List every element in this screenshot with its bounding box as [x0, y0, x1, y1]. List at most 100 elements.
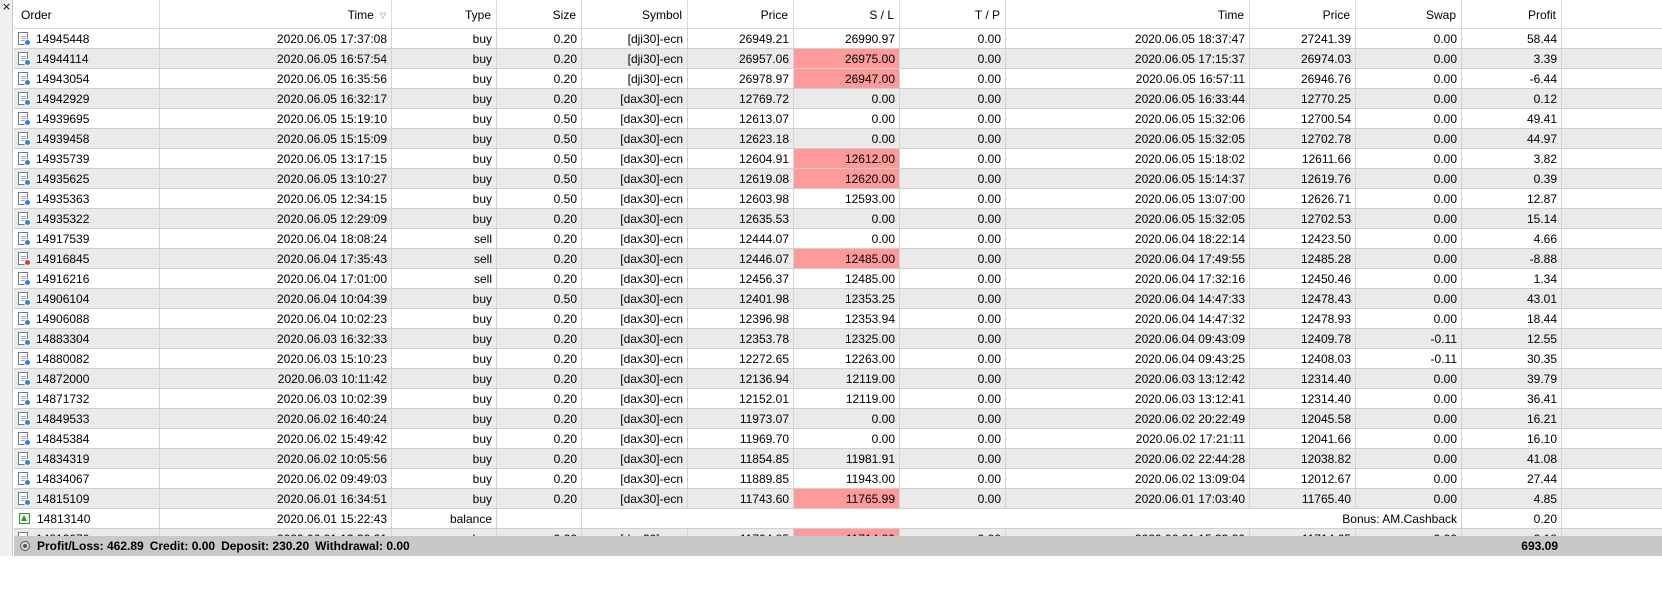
- cell-tp: 0.00: [900, 169, 1006, 188]
- table-row[interactable]: 14945448 2020.06.05 17:37:08 buy 0.20 [dji30…: [14, 29, 1662, 49]
- column-header-swap[interactable]: Swap: [1356, 0, 1462, 28]
- cell-open-price: 12769.72: [688, 89, 794, 108]
- cell-symbol: [dax30]-ecn: [582, 149, 688, 168]
- cell-open-price: 12401.98: [688, 289, 794, 308]
- table-row[interactable]: 14871732 2020.06.03 10:02:39 buy 0.20 [dax30…: [14, 389, 1662, 409]
- cell-sl: 12485.00: [794, 249, 900, 268]
- cell-open-time: 2020.06.02 15:49:42: [160, 429, 392, 448]
- column-header-profit[interactable]: Profit: [1462, 0, 1562, 28]
- cell-open-time: 2020.06.05 13:17:15: [160, 149, 392, 168]
- cell-close-price: 26946.76: [1250, 69, 1356, 88]
- table-row[interactable]: 14906088 2020.06.04 10:02:23 buy 0.20 [dax30…: [14, 309, 1662, 329]
- cell-size: 0.20: [497, 449, 582, 468]
- cell-sl: 12119.00: [794, 369, 900, 388]
- cell-open-time: 2020.06.05 12:29:09: [160, 209, 392, 228]
- table-row[interactable]: 14935625 2020.06.05 13:10:27 buy 0.50 [dax30…: [14, 169, 1662, 189]
- cell-close-price: 12611.66: [1250, 149, 1356, 168]
- cell-order: 14939695: [14, 109, 160, 128]
- table-row[interactable]: 14849533 2020.06.02 16:40:24 buy 0.20 [dax30…: [14, 409, 1662, 429]
- table-row[interactable]: 14834319 2020.06.02 10:05:56 buy 0.20 [dax30…: [14, 449, 1662, 469]
- cell-swap: 0.00: [1356, 149, 1462, 168]
- cell-order: 14849533: [14, 409, 160, 428]
- buy-order-icon: [18, 91, 31, 106]
- table-row[interactable]: 14942929 2020.06.05 16:32:17 buy 0.20 [dax30…: [14, 89, 1662, 109]
- cell-open-price: 12456.37: [688, 269, 794, 288]
- cell-tp: 0.00: [900, 489, 1006, 508]
- table-row[interactable]: 14943054 2020.06.05 16:35:56 buy 0.20 [dji30…: [14, 69, 1662, 89]
- cell-symbol: [dax30]-ecn: [582, 269, 688, 288]
- column-header-close-time[interactable]: Time: [1006, 0, 1250, 28]
- cell-swap: 0.00: [1356, 409, 1462, 428]
- column-header-size[interactable]: Size: [497, 0, 582, 28]
- table-row[interactable]: 14845384 2020.06.02 15:49:42 buy 0.20 [dax30…: [14, 429, 1662, 449]
- table-row[interactable]: 14935363 2020.06.05 12:34:15 buy 0.50 [dax30…: [14, 189, 1662, 209]
- table-row[interactable]: 14813140 2020.06.01 15:22:43 balance Bonus:…: [14, 509, 1662, 529]
- cell-profit: 43.01: [1462, 289, 1562, 308]
- cell-size: 0.50: [497, 129, 582, 148]
- table-row[interactable]: 14883304 2020.06.03 16:32:33 buy 0.20 [dax30…: [14, 329, 1662, 349]
- table-row[interactable]: 14944114 2020.06.05 16:57:54 buy 0.20 [dji30…: [14, 49, 1662, 69]
- order-number: 14834319: [36, 451, 90, 466]
- column-header-type[interactable]: Type: [392, 0, 497, 28]
- buy-order-icon: [18, 231, 31, 246]
- cell-size: 0.20: [497, 249, 582, 268]
- cell-profit: 12.87: [1462, 189, 1562, 208]
- cell-size: 0.20: [497, 409, 582, 428]
- column-header-sl[interactable]: S / L: [794, 0, 900, 28]
- cell-symbol: [dax30]-ecn: [582, 109, 688, 128]
- cell-profit: 0.12: [1462, 89, 1562, 108]
- cell-order: 14935625: [14, 169, 160, 188]
- table-row[interactable]: 14935322 2020.06.05 12:29:09 buy 0.20 [dax30…: [14, 209, 1662, 229]
- table-row[interactable]: 14880082 2020.06.03 15:10:23 buy 0.20 [dax30…: [14, 349, 1662, 369]
- cell-close-price: 12770.25: [1250, 89, 1356, 108]
- cell-tp: 0.00: [900, 229, 1006, 248]
- cell-type: balance: [392, 509, 497, 528]
- column-header-close-price[interactable]: Price: [1250, 0, 1356, 28]
- cell-sl: 12353.25: [794, 289, 900, 308]
- cell-profit: 16.21: [1462, 409, 1562, 428]
- cell-close-price: 12626.71: [1250, 189, 1356, 208]
- cell-sl: 0.00: [794, 89, 900, 108]
- table-row[interactable]: 14872000 2020.06.03 10:11:42 buy 0.20 [dax30…: [14, 369, 1662, 389]
- cell-close-price: 12619.76: [1250, 169, 1356, 188]
- cell-symbol: [dax30]-ecn: [582, 289, 688, 308]
- cell-open-time: 2020.06.04 10:02:23: [160, 309, 392, 328]
- close-icon[interactable]: ×: [1, 1, 12, 12]
- table-row[interactable]: 14939695 2020.06.05 15:19:10 buy 0.50 [dax30…: [14, 109, 1662, 129]
- table-row[interactable]: 14939458 2020.06.05 15:15:09 buy 0.50 [dax30…: [14, 129, 1662, 149]
- column-header-time[interactable]: Time ▽: [160, 0, 392, 28]
- table-row[interactable]: 14815109 2020.06.01 16:34:51 buy 0.20 [dax30…: [14, 489, 1662, 509]
- buy-order-icon: [18, 191, 31, 206]
- cell-tp: 0.00: [900, 249, 1006, 268]
- cell-order: 14939458: [14, 129, 160, 148]
- column-header-symbol[interactable]: Symbol: [582, 0, 688, 28]
- cell-size: 0.20: [497, 209, 582, 228]
- cell-order: 14943054: [14, 69, 160, 88]
- column-header-order[interactable]: Order: [14, 0, 160, 28]
- cell-swap: 0.00: [1356, 489, 1462, 508]
- cell-sl: 12620.00: [794, 169, 900, 188]
- balance-icon: [19, 513, 30, 524]
- cell-tp: 0.00: [900, 89, 1006, 108]
- buy-order-icon: [18, 211, 31, 226]
- table-row[interactable]: 14834067 2020.06.02 09:49:03 buy 0.20 [dax30…: [14, 469, 1662, 489]
- buy-order-icon: [18, 131, 31, 146]
- cell-close-price: 12450.46: [1250, 269, 1356, 288]
- cell-sl: 0.00: [794, 109, 900, 128]
- table-row[interactable]: 14917539 2020.06.04 18:08:24 sell 0.20 [dax3…: [14, 229, 1662, 249]
- column-header-tp[interactable]: T / P: [900, 0, 1006, 28]
- cell-comment: Bonus: AM.Cashback: [582, 509, 1462, 528]
- table-row[interactable]: 14916216 2020.06.04 17:01:00 sell 0.20 [dax3…: [14, 269, 1662, 289]
- table-row[interactable]: 14906104 2020.06.04 10:04:39 buy 0.50 [dax30…: [14, 289, 1662, 309]
- table-body: 14945448 2020.06.05 17:37:08 buy 0.20 [dji30…: [14, 29, 1662, 569]
- cell-open-time: 2020.06.02 10:05:56: [160, 449, 392, 468]
- cell-type: buy: [392, 129, 497, 148]
- cell-order: 14916845: [14, 249, 160, 268]
- cell-close-time: 2020.06.05 15:32:05: [1006, 209, 1250, 228]
- table-row[interactable]: 14935739 2020.06.05 13:17:15 buy 0.50 [dax30…: [14, 149, 1662, 169]
- cell-open-price: 11743.60: [688, 489, 794, 508]
- table-row[interactable]: 14916845 2020.06.04 17:35:43 sell 0.20 [dax3…: [14, 249, 1662, 269]
- column-header-price[interactable]: Price: [688, 0, 794, 28]
- cell-type: buy: [392, 169, 497, 188]
- cell-size: 0.20: [497, 469, 582, 488]
